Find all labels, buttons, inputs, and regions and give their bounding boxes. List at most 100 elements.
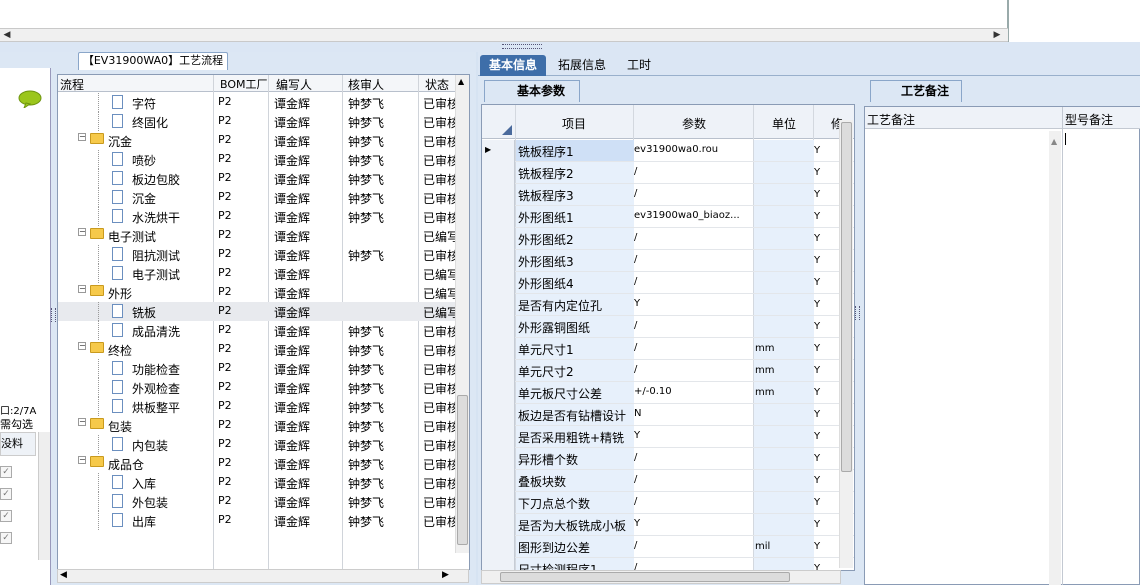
row-checkbox[interactable]: ✓ bbox=[0, 488, 12, 500]
tree-row[interactable]: 字符 P2 谭金辉 钟梦飞 已审核 bbox=[58, 93, 458, 112]
tab-extended-info[interactable]: 拓展信息 bbox=[550, 55, 614, 76]
basic-params-tab[interactable]: 基本参数 bbox=[484, 80, 580, 102]
tree-row[interactable]: 沉金 P2 谭金辉 钟梦飞 已审核 bbox=[58, 188, 458, 207]
param-item-cell[interactable]: 下刀点总个数 bbox=[516, 492, 634, 513]
grid-scroll-thumb[interactable] bbox=[841, 122, 852, 472]
row-header[interactable] bbox=[482, 426, 515, 448]
param-unit-cell[interactable]: mm bbox=[754, 338, 814, 359]
tree-row[interactable]: 铣板 P2 谭金辉 已编写 bbox=[58, 302, 458, 321]
param-row[interactable]: ▶ 铣板程序1 ev31900wa0.rou Y bbox=[482, 140, 854, 162]
row-checkbox[interactable]: ✓ bbox=[0, 532, 12, 544]
tree-row[interactable]: − 终检 P2 谭金辉 钟梦飞 已审核 bbox=[58, 340, 458, 359]
row-header[interactable] bbox=[482, 162, 515, 184]
param-flag-cell[interactable]: Y bbox=[814, 541, 820, 552]
param-item-cell[interactable]: 单元尺寸2 bbox=[516, 360, 634, 381]
tree-row[interactable]: 外观检查 P2 谭金辉 钟梦飞 已审核 bbox=[58, 378, 458, 397]
vertical-splitter-grip[interactable] bbox=[51, 308, 56, 322]
param-flag-cell[interactable]: Y bbox=[814, 453, 820, 464]
tree-row[interactable]: 入库 P2 谭金辉 钟梦飞 已审核 bbox=[58, 473, 458, 492]
tree-row[interactable]: − 包装 P2 谭金辉 钟梦飞 已审核 bbox=[58, 416, 458, 435]
param-row[interactable]: 单元尺寸1/ mm Y bbox=[482, 338, 854, 360]
param-unit-cell[interactable] bbox=[754, 162, 814, 183]
tree-horizontal-scrollbar[interactable]: ◀ ▶ bbox=[57, 569, 469, 583]
param-item-cell[interactable]: 图形到边公差 bbox=[516, 536, 634, 557]
param-unit-cell[interactable] bbox=[754, 250, 814, 271]
row-header[interactable] bbox=[482, 184, 515, 206]
param-row[interactable]: 是否为大板铣成小板 Y Y bbox=[482, 514, 854, 536]
param-value-cell[interactable]: / bbox=[634, 496, 637, 507]
row-header[interactable] bbox=[482, 250, 515, 272]
param-flag-cell[interactable]: Y bbox=[814, 387, 820, 398]
horizontal-splitter-grip[interactable] bbox=[502, 44, 542, 49]
param-row[interactable]: 异形槽个数 / Y bbox=[482, 448, 854, 470]
grid-horizontal-scrollbar[interactable] bbox=[481, 570, 841, 584]
row-header[interactable] bbox=[482, 382, 515, 404]
param-flag-cell[interactable]: Y bbox=[814, 321, 820, 332]
tree-row[interactable]: 阻抗测试 P2 谭金辉 钟梦飞 已审核 bbox=[58, 245, 458, 264]
param-item-cell[interactable]: 外形图纸1 bbox=[516, 206, 634, 227]
param-flag-cell[interactable]: Y bbox=[814, 519, 820, 530]
param-unit-cell[interactable]: mm bbox=[754, 360, 814, 381]
param-unit-cell[interactable] bbox=[754, 404, 814, 425]
row-header[interactable] bbox=[482, 272, 515, 294]
grid-column-header[interactable]: 单位 bbox=[772, 115, 796, 132]
expand-toggle-icon[interactable]: − bbox=[78, 456, 86, 464]
param-value-cell[interactable]: / bbox=[634, 166, 637, 177]
param-flag-cell[interactable]: Y bbox=[814, 431, 820, 442]
tree-row[interactable]: 板边包胶 P2 谭金辉 钟梦飞 已审核 bbox=[58, 169, 458, 188]
row-checkbox[interactable]: ✓ bbox=[0, 510, 12, 522]
grid-hscroll-thumb[interactable] bbox=[500, 572, 790, 582]
param-value-cell[interactable]: / bbox=[634, 342, 637, 353]
param-flag-cell[interactable]: Y bbox=[814, 343, 820, 354]
param-row[interactable]: 铣板程序2/ Y bbox=[482, 162, 854, 184]
tree-column-header[interactable]: BOM工厂 bbox=[220, 76, 268, 92]
param-row[interactable]: 外形图纸1 ev31900wa0_biaoz... Y bbox=[482, 206, 854, 228]
param-unit-cell[interactable] bbox=[754, 228, 814, 249]
notes-column-header[interactable]: 型号备注 bbox=[1065, 111, 1113, 128]
row-header[interactable] bbox=[482, 514, 515, 536]
param-flag-cell[interactable]: Y bbox=[814, 409, 820, 420]
scroll-left-arrow-icon[interactable]: ◀ bbox=[0, 29, 14, 41]
param-flag-cell[interactable]: Y bbox=[814, 475, 820, 486]
param-row[interactable]: 是否采用粗铣+精铣 Y Y bbox=[482, 426, 854, 448]
param-row[interactable]: 外形图纸4/ Y bbox=[482, 272, 854, 294]
vertical-splitter-grip[interactable] bbox=[855, 306, 860, 320]
tree-column-header[interactable]: 编写人 bbox=[276, 76, 312, 93]
param-unit-cell[interactable] bbox=[754, 514, 814, 535]
top-horizontal-scrollbar[interactable]: ◀ ▶ bbox=[0, 28, 1008, 42]
param-item-cell[interactable]: 是否为大板铣成小板 bbox=[516, 514, 634, 535]
scroll-right-arrow-icon[interactable]: ▶ bbox=[990, 29, 1004, 41]
param-flag-cell[interactable]: Y bbox=[814, 365, 820, 376]
param-unit-cell[interactable]: mil bbox=[754, 536, 814, 557]
row-header[interactable] bbox=[482, 404, 515, 426]
tree-row[interactable]: − 沉金 P2 谭金辉 钟梦飞 已审核 bbox=[58, 131, 458, 150]
param-unit-cell[interactable] bbox=[754, 140, 814, 161]
param-item-cell[interactable]: 异形槽个数 bbox=[516, 448, 634, 469]
tree-column-header[interactable]: 流程 bbox=[60, 76, 84, 93]
param-row[interactable]: 单元尺寸2/ mm Y bbox=[482, 360, 854, 382]
param-unit-cell[interactable] bbox=[754, 470, 814, 491]
param-item-cell[interactable]: 外形图纸4 bbox=[516, 272, 634, 293]
tree-row[interactable]: 出库 P2 谭金辉 钟梦飞 已审核 bbox=[58, 511, 458, 530]
param-value-cell[interactable]: / bbox=[634, 364, 637, 375]
param-flag-cell[interactable]: Y bbox=[814, 211, 820, 222]
row-checkbox[interactable]: ✓ bbox=[0, 466, 12, 478]
param-item-cell[interactable]: 单元板尺寸公差 bbox=[516, 382, 634, 403]
row-header[interactable] bbox=[482, 470, 515, 492]
tree-row[interactable]: − 成品仓 P2 谭金辉 钟梦飞 已审核 bbox=[58, 454, 458, 473]
param-item-cell[interactable]: 铣板程序2 bbox=[516, 162, 634, 183]
tree-vertical-scrollbar[interactable]: ▲ bbox=[455, 75, 469, 553]
tree-row[interactable]: 功能检查 P2 谭金辉 钟梦飞 已审核 bbox=[58, 359, 458, 378]
tree-row[interactable]: 外包装 P2 谭金辉 钟梦飞 已审核 bbox=[58, 492, 458, 511]
param-row[interactable]: 铣板程序3/ Y bbox=[482, 184, 854, 206]
scroll-up-arrow-icon[interactable]: ▲ bbox=[1051, 137, 1057, 146]
grid-vertical-scrollbar[interactable] bbox=[839, 120, 853, 568]
param-item-cell[interactable]: 单元尺寸1 bbox=[516, 338, 634, 359]
tree-row[interactable]: 终固化 P2 谭金辉 钟梦飞 已审核 bbox=[58, 112, 458, 131]
tree-row[interactable]: 喷砂 P2 谭金辉 钟梦飞 已审核 bbox=[58, 150, 458, 169]
param-flag-cell[interactable]: Y bbox=[814, 277, 820, 288]
tree-row[interactable]: − 外形 P2 谭金辉 已编写 bbox=[58, 283, 458, 302]
param-row[interactable]: 外形图纸2/ Y bbox=[482, 228, 854, 250]
tree-scroll-thumb[interactable] bbox=[457, 395, 468, 545]
param-value-cell[interactable]: / bbox=[634, 232, 637, 243]
